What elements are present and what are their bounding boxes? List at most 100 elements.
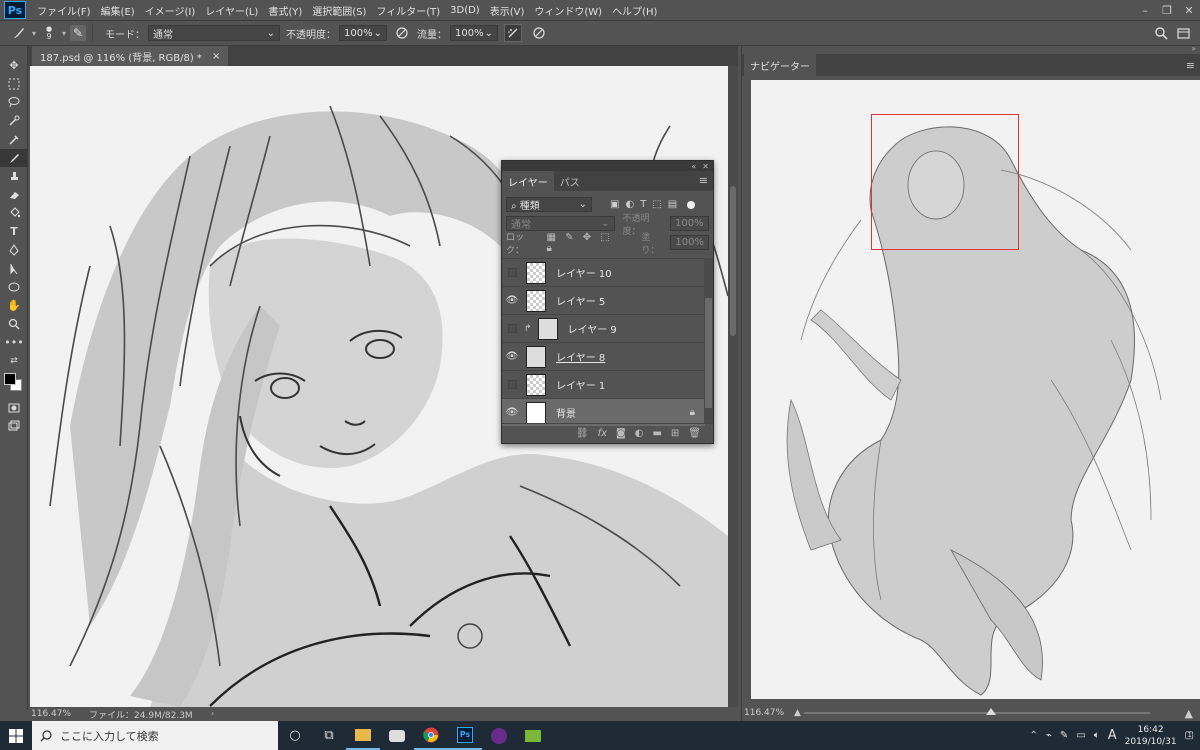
lock-artboard-icon[interactable]: ⬚ [600,232,609,243]
close-window-button[interactable]: ✕ [1178,0,1200,20]
brush-tool-preset-icon[interactable] [10,24,28,42]
menu-help[interactable]: ヘルプ(H) [607,3,662,18]
navigator-zoom-slider-knob[interactable] [986,708,996,715]
layer-row[interactable]: 👁︎ 背景 🔒︎ [502,398,705,426]
windows-start-button[interactable] [0,721,32,750]
menu-window[interactable]: ウィンドウ(W) [529,3,607,18]
shape-tool-icon[interactable] [0,278,28,297]
more-tools-icon[interactable]: ••• [0,334,28,353]
menu-image[interactable]: イメージ(I) [140,3,201,18]
zoom-in-icon[interactable]: ▲ [1185,707,1193,720]
document-tab[interactable]: 187.psd @ 116% (背景, RGB/8) * × [32,46,229,66]
screen-mode-icon[interactable] [0,417,28,436]
scrollbar-thumb[interactable] [730,186,736,336]
menu-file[interactable]: ファイル(F) [32,3,96,18]
lock-position-icon[interactable]: ✥ [583,232,591,243]
mode-select[interactable]: 通常 ⌄ [148,25,281,41]
app-icon-vr[interactable] [380,721,414,750]
layer-visibility-toggle[interactable] [502,315,522,343]
canvas-zoom-value[interactable]: 116.47% [31,709,71,719]
new-group-icon[interactable]: ▬ [652,428,661,439]
navigator-preview[interactable] [751,80,1200,699]
pressure-opacity-icon[interactable] [393,24,411,42]
menu-view[interactable]: 表示(V) [485,3,530,18]
brush-tool-icon[interactable] [0,148,28,167]
chrome-icon[interactable] [414,721,448,750]
layer-visibility-toggle[interactable] [502,371,522,399]
opacity-field[interactable]: 100% ⌄ [339,25,388,41]
quick-selection-tool-icon[interactable] [0,112,28,131]
close-panel-icon[interactable]: ✕ [702,162,709,171]
tab-paths[interactable]: パス [554,171,586,191]
eye-icon[interactable]: 👁︎ [502,343,522,371]
cortana-icon[interactable]: ○ [278,721,312,750]
navigator-view-rectangle[interactable] [871,114,1019,250]
chevron-right-icon[interactable]: › [211,709,215,719]
layer-row[interactable]: ↱ レイヤー 9 [502,314,705,342]
volume-icon[interactable]: 🔈︎ [1094,730,1100,741]
path-selection-tool-icon[interactable] [0,260,28,279]
swap-colors-icon[interactable]: ⇄ [0,352,28,371]
filter-type-icon[interactable]: T [640,199,646,210]
task-view-icon[interactable]: ⧉ [312,721,346,750]
lasso-tool-icon[interactable] [0,93,28,112]
menu-select[interactable]: 選択範囲(S) [307,3,371,18]
pen-icon[interactable]: ✎ [1060,730,1068,741]
layer-visibility-toggle[interactable] [502,259,522,287]
menu-3d[interactable]: 3D(D) [445,5,485,16]
pressure-size-icon[interactable] [530,24,548,42]
collapse-panel-icon[interactable]: » [1191,44,1196,53]
app-icon-purple[interactable] [482,721,516,750]
lock-all-icon[interactable]: 🔒︎ [546,243,551,254]
quick-mask-icon[interactable] [0,399,28,418]
tab-layers[interactable]: レイヤー [502,171,554,191]
link-layers-icon[interactable]: ⛓︎ [576,428,589,439]
pen-tool-icon[interactable] [0,241,28,260]
menu-edit[interactable]: 編集(E) [96,3,140,18]
filter-toggle[interactable] [687,200,696,209]
minimize-button[interactable]: – [1134,0,1156,20]
filter-shape-icon[interactable]: ⬚ [652,199,661,210]
eyedropper-tool-icon[interactable] [0,130,28,149]
panel-menu-icon[interactable]: ≡ [699,174,708,187]
navigator-zoom-value[interactable]: 116.47% [744,708,784,718]
zoom-tool-icon[interactable] [0,315,28,334]
filter-pixel-icon[interactable]: ▣ [610,199,619,210]
eraser-tool-icon[interactable] [0,186,28,205]
lock-transparent-icon[interactable]: ▦ [546,232,555,243]
add-mask-icon[interactable]: ◙ [616,428,626,439]
type-tool-icon[interactable]: T [0,223,28,242]
network-icon[interactable]: ⌁ [1046,730,1052,741]
layer-row[interactable]: 👁︎ レイヤー 8 [502,342,705,370]
restore-button[interactable]: ❐ [1156,0,1178,20]
scrollbar-thumb[interactable] [705,298,712,408]
zoom-out-icon[interactable]: ▲ [794,708,801,718]
airbrush-icon[interactable] [504,24,523,42]
new-layer-icon[interactable]: ⊞ [671,428,679,439]
layer-row[interactable]: レイヤー 10 [502,258,705,286]
move-tool-icon[interactable]: ✥ [0,56,28,75]
hand-tool-icon[interactable]: ✋ [0,297,28,316]
layer-filter-select[interactable]: ⌕ 種類 ⌄ [506,197,592,212]
menu-type[interactable]: 書式(Y) [263,3,307,18]
flow-field[interactable]: 100% ⌄ [450,25,499,41]
collapse-icon[interactable]: « [691,162,696,171]
menu-layer[interactable]: レイヤー(L) [200,3,263,18]
battery-icon[interactable]: ▭ [1076,730,1085,741]
lock-image-icon[interactable]: ✎ [565,232,573,243]
layers-panel-titlebar[interactable]: « ✕ [502,161,713,171]
photoshop-taskbar-icon[interactable]: Ps [448,721,482,750]
fx-icon[interactable]: fx [598,428,607,439]
notification-center-icon[interactable]: ▢ 1 [1185,730,1194,741]
ime-indicator[interactable]: A [1108,728,1117,743]
navigator-zoom-slider[interactable] [804,712,1150,714]
chevron-up-icon[interactable]: ⌃ [1030,730,1038,741]
workspace-icon[interactable] [1174,24,1192,42]
app-icon-green[interactable] [516,721,550,750]
file-explorer-icon[interactable] [346,721,380,750]
eye-icon[interactable]: 👁︎ [502,287,522,315]
close-tab-button[interactable]: × [212,51,220,62]
brush-panel-toggle-icon[interactable]: ✎ [70,25,87,41]
menu-filter[interactable]: フィルター(T) [371,3,445,18]
search-icon[interactable] [1152,24,1170,42]
